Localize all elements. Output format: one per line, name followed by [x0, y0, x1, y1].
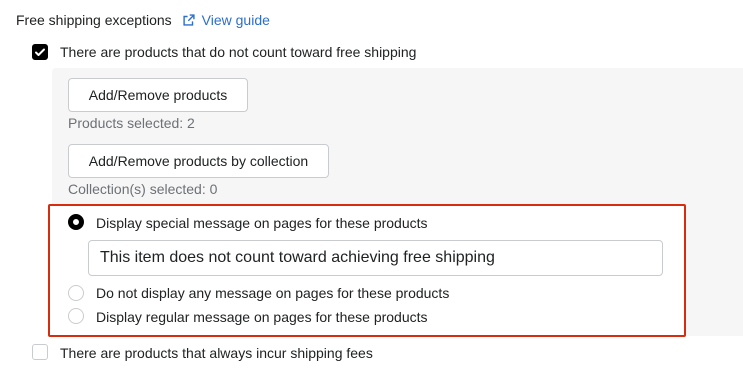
view-guide-label: View guide: [201, 12, 270, 28]
view-guide-link[interactable]: View guide: [182, 12, 270, 28]
section-title: Free shipping exceptions: [16, 12, 172, 28]
special-message-label: Display special message on pages for the…: [96, 215, 428, 231]
checkmark-icon: [35, 48, 45, 56]
regular-message-radio[interactable]: [68, 308, 84, 324]
always-fee-label: There are products that always incur shi…: [60, 345, 373, 361]
special-message-radio[interactable]: [68, 214, 84, 230]
regular-message-label: Display regular message on pages for the…: [96, 309, 428, 325]
no-count-checkbox[interactable]: [32, 44, 48, 60]
special-message-input[interactable]: [88, 240, 663, 276]
no-message-label: Do not display any message on pages for …: [96, 285, 450, 301]
no-count-label: There are products that do not count tow…: [60, 44, 417, 60]
no-message-radio[interactable]: [68, 285, 84, 301]
external-link-icon: [183, 14, 195, 26]
always-fee-checkbox[interactable]: [32, 344, 48, 360]
section-header: Free shipping exceptions View guide: [16, 11, 270, 29]
collections-selected-count: Collection(s) selected: 0: [68, 181, 218, 197]
add-remove-products-button[interactable]: Add/Remove products: [68, 78, 248, 112]
products-selected-count: Products selected: 2: [68, 115, 195, 131]
add-remove-collection-button[interactable]: Add/Remove products by collection: [68, 144, 329, 178]
